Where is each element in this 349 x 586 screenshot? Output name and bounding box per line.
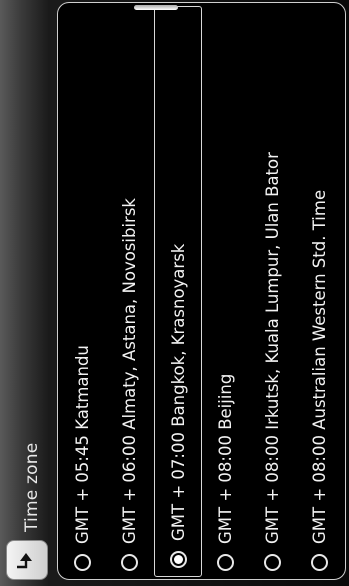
- timezone-label: GMT + 07:00 Bangkok, Krasnoyarsk: [168, 243, 188, 541]
- page-title: Time zone: [22, 442, 42, 532]
- radio-button-icon[interactable]: [216, 554, 234, 571]
- timezone-option-selected[interactable]: GMT + 07:00 Bangkok, Krasnoyarsk: [154, 6, 202, 577]
- timezone-label: GMT + 08:00 Irkutsk, Kuala Lumpur, Ulan …: [262, 152, 282, 544]
- timezone-label: GMT + 08:00 Australian Western Std. Time: [309, 189, 329, 544]
- timezone-label: GMT + 05:45 Katmandu: [72, 345, 92, 544]
- timezone-label: GMT + 08:00 Beijing: [215, 373, 235, 544]
- timezone-option[interactable]: GMT + 08:00 Beijing: [201, 4, 249, 579]
- timezone-label: GMT + 06:00 Almaty, Astana, Novosibirsk: [119, 198, 139, 544]
- radio-button-icon[interactable]: [73, 554, 91, 571]
- title-bar: Time zone: [0, 0, 54, 586]
- back-button[interactable]: [6, 540, 48, 580]
- timezone-option[interactable]: GMT + 08:00 Irkutsk, Kuala Lumpur, Ulan …: [248, 4, 296, 579]
- timezone-option[interactable]: GMT + 05:45 Katmandu: [58, 4, 106, 579]
- timezone-list: GMT + 05:45 Katmandu GMT + 06:00 Almaty,…: [57, 2, 346, 580]
- radio-button-icon[interactable]: [120, 554, 138, 571]
- radio-button-selected-icon[interactable]: [169, 551, 187, 568]
- return-arrow-icon: [13, 548, 41, 572]
- radio-button-icon[interactable]: [263, 554, 281, 571]
- timezone-option[interactable]: GMT + 08:00 Australian Western Std. Time: [295, 4, 343, 579]
- timezone-option[interactable]: GMT + 06:00 Almaty, Astana, Novosibirsk: [105, 4, 153, 579]
- scrollbar-thumb[interactable]: [134, 5, 178, 10]
- radio-button-icon[interactable]: [310, 554, 328, 571]
- timezone-screen: Time zone GMT + 05:45 Katmandu GMT + 06:…: [0, 0, 349, 586]
